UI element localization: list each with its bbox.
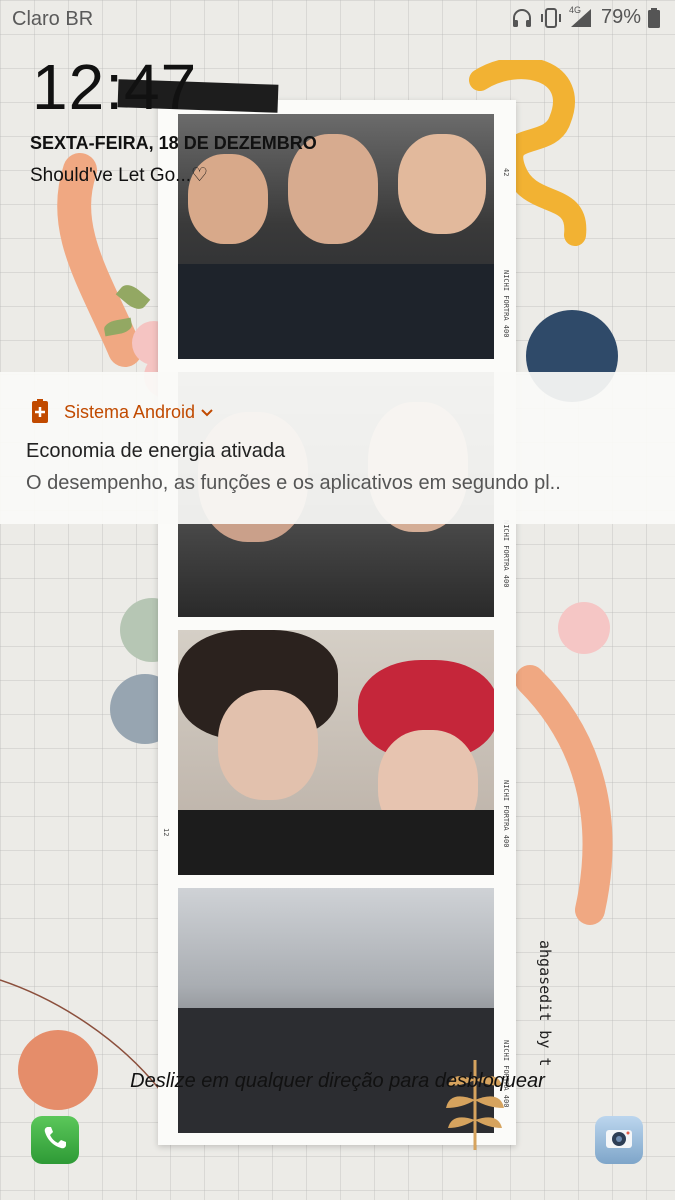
notification-body: O desempenho, as funções e os aplicativo…: [26, 472, 561, 494]
carrier-name: Claro BR: [12, 8, 94, 30]
signal-icon: 4G: [568, 4, 595, 29]
battery-percent: 79%: [600, 6, 641, 28]
camera-icon: [603, 1124, 635, 1157]
pink-circle-decoration: [558, 602, 610, 654]
status-bar: Claro BR 4G 79%: [0, 0, 675, 40]
network-type: 4G: [568, 4, 581, 15]
phone-shortcut[interactable]: [31, 1116, 79, 1164]
photo-frame-3: [178, 630, 494, 875]
notification-app-label: Sistema Android: [64, 402, 196, 422]
battery-icon: [647, 7, 661, 29]
status-icons: 4G 79%: [511, 4, 661, 29]
vibrate-icon: [539, 7, 563, 29]
frame-number: 42: [502, 168, 510, 177]
notification-app-name[interactable]: Sistema Android: [64, 402, 213, 423]
fern-decoration: [446, 1060, 504, 1150]
film-label: NICHI FORTRA 400: [502, 520, 510, 588]
chevron-down-icon[interactable]: [201, 402, 213, 423]
notification-title: Economia de energia ativada: [26, 440, 286, 462]
watermark: ahgasedit by t: [536, 940, 554, 1067]
camera-shortcut[interactable]: [595, 1116, 643, 1164]
phone-icon: [41, 1124, 69, 1157]
headphones-icon: [511, 7, 533, 29]
peach-swoosh-right-decoration: [515, 665, 613, 925]
film-label: NICHI FORTRA 400: [502, 780, 510, 848]
lockscreen-clock: 12:47: [32, 51, 198, 123]
frame-number: 12: [162, 828, 170, 837]
lockscreen-date: SEXTA-FEIRA, 18 DE DEZEMBRO: [30, 133, 317, 153]
film-label: NICHI FORTRA 400: [502, 270, 510, 338]
owner-info: Should've Let Go...♡: [30, 165, 209, 186]
unlock-hint: Deslize em qualquer direção para desbloq…: [130, 1070, 545, 1092]
battery-saver-icon: [31, 398, 49, 429]
photo-strip: NICHI FORTRA 400 NICHI FORTRA 400 NICHI …: [158, 100, 516, 1145]
